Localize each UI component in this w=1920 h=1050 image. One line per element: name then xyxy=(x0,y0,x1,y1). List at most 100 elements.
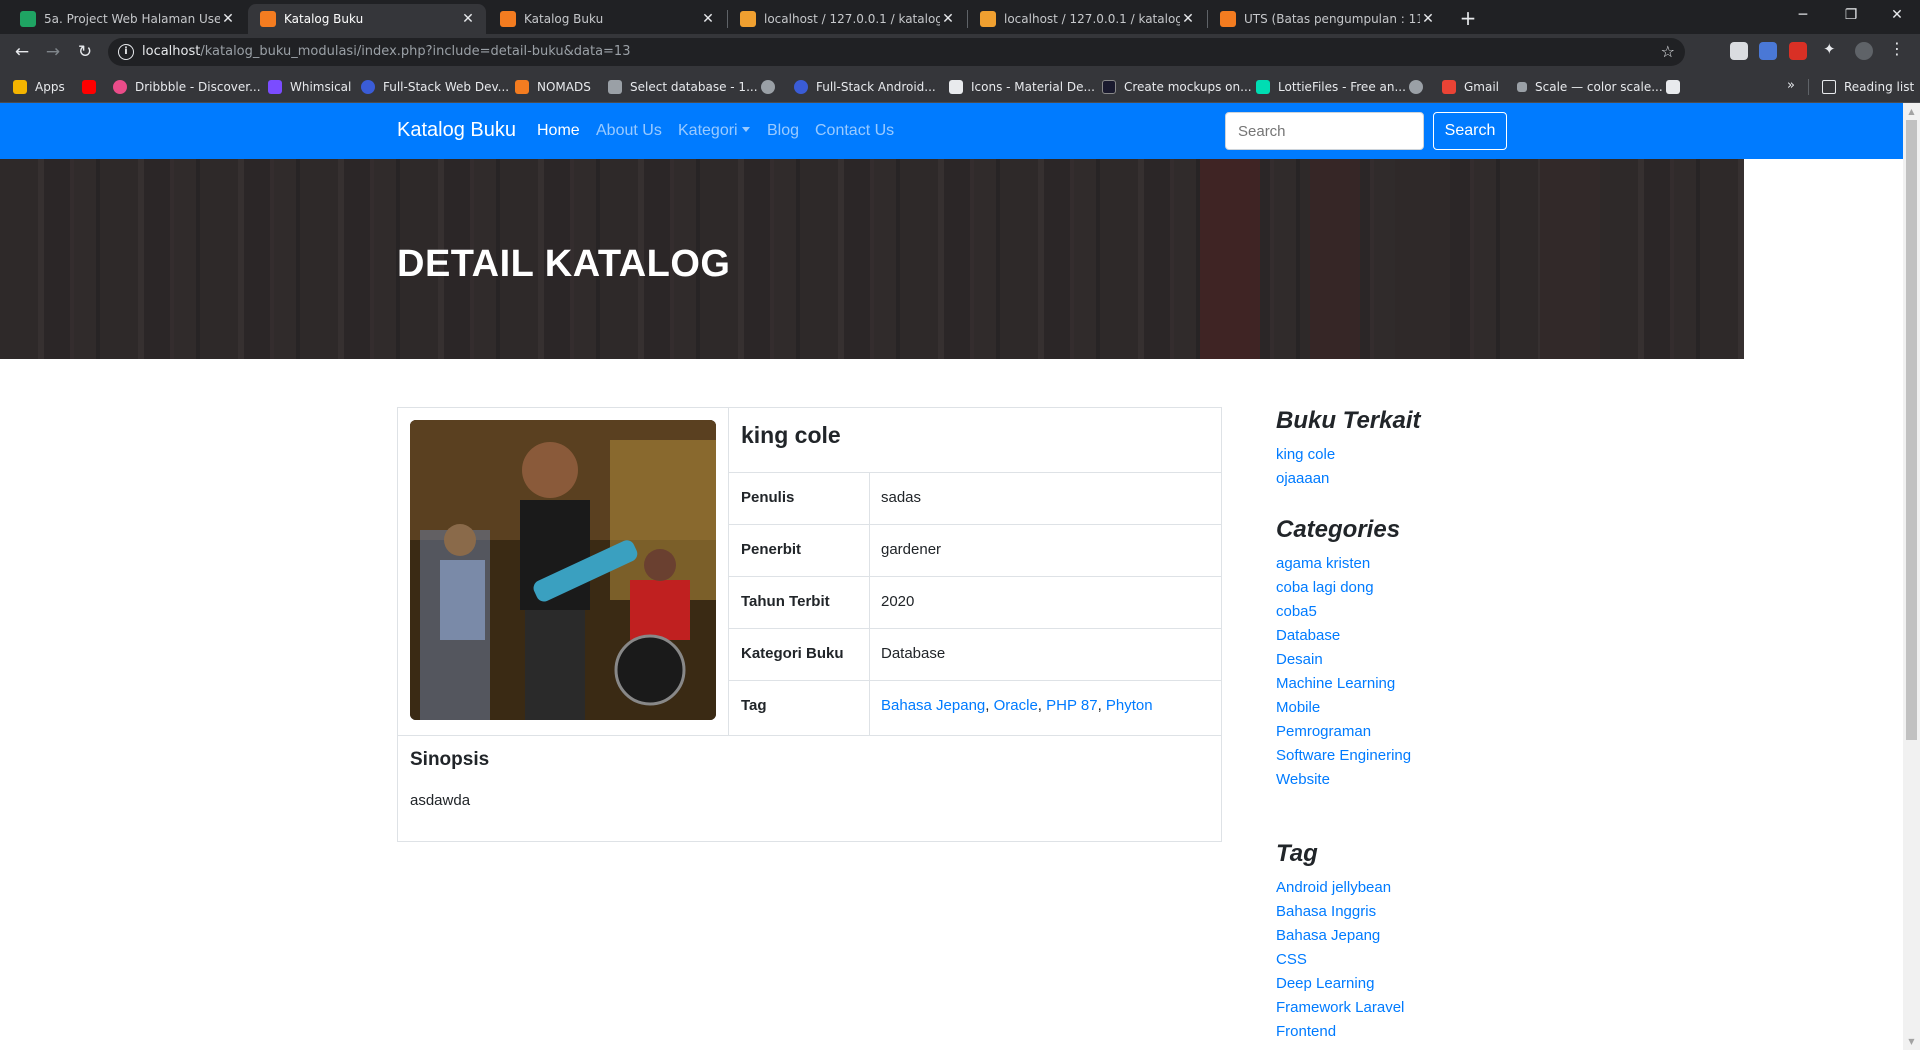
category-link[interactable]: Software Enginering xyxy=(1276,747,1411,764)
tab-title: Katalog Buku xyxy=(284,12,364,26)
search-input[interactable] xyxy=(1225,112,1424,150)
bookmark-lottiefiles[interactable]: LottieFiles - Free an... xyxy=(1256,78,1406,96)
bookmark-youtube[interactable] xyxy=(82,78,104,96)
tag-link[interactable]: Frontend xyxy=(1276,1023,1336,1040)
xampp-icon xyxy=(500,11,516,27)
bookmark-label: Dribbble - Discover... xyxy=(135,80,261,94)
nav-home[interactable]: Home xyxy=(537,122,580,140)
close-tab-icon[interactable]: ✕ xyxy=(1180,11,1196,27)
bookmark-whimsical[interactable]: Whimsical xyxy=(268,78,351,96)
site-info-icon[interactable]: i xyxy=(118,44,134,60)
bookmark-label: LottieFiles - Free an... xyxy=(1278,80,1406,94)
close-tab-icon[interactable]: ✕ xyxy=(1420,11,1436,27)
bookmark-select-database[interactable]: Select database - 1... xyxy=(608,78,758,96)
nav-kategori-dropdown[interactable]: Kategori xyxy=(678,122,750,140)
close-window-button[interactable]: ✕ xyxy=(1874,0,1920,32)
bookmark-star-icon[interactable]: ☆ xyxy=(1661,42,1675,61)
tag-link[interactable]: Framework Laravel xyxy=(1276,999,1404,1016)
browser-tab-active[interactable]: Katalog Buku ✕ xyxy=(248,4,486,34)
browser-tab[interactable]: localhost / 127.0.0.1 / katalog_bu ✕ xyxy=(728,4,966,34)
bookmark-scale[interactable]: Scale — color scale... xyxy=(1517,78,1663,96)
category-link[interactable]: coba5 xyxy=(1276,603,1317,620)
tab-title: localhost / 127.0.0.1 / katalog_bu xyxy=(1004,12,1180,26)
related-book-link[interactable]: king cole xyxy=(1276,446,1335,463)
tag-link[interactable]: Phyton xyxy=(1106,697,1153,714)
scroll-up-arrow-icon[interactable]: ▲ xyxy=(1903,103,1920,120)
tag-link[interactable]: Deep Learning xyxy=(1276,975,1374,992)
site-brand[interactable]: Katalog Buku xyxy=(397,119,516,142)
tag-link[interactable]: Oracle xyxy=(994,697,1038,714)
row-value: Database xyxy=(881,645,946,662)
book-cover-image xyxy=(410,420,716,720)
cell-divider xyxy=(869,629,870,681)
hero-overlay xyxy=(0,159,1744,359)
page-scrollbar[interactable]: ▲ ▼ xyxy=(1903,103,1920,1050)
bookmark-globe-2[interactable] xyxy=(1409,78,1431,96)
reading-list-button[interactable]: Reading list xyxy=(1822,78,1914,96)
category-link[interactable]: agama kristen xyxy=(1276,555,1370,572)
tab-title: Katalog Buku xyxy=(524,12,604,26)
bookmark-label: Full-Stack Web Dev... xyxy=(383,80,510,94)
tag-link[interactable]: CSS xyxy=(1276,951,1307,968)
browser-tab[interactable]: Katalog Buku ✕ xyxy=(488,4,726,34)
minimize-button[interactable]: ─ xyxy=(1780,0,1826,32)
close-tab-icon[interactable]: ✕ xyxy=(700,11,716,27)
close-tab-icon[interactable]: ✕ xyxy=(940,11,956,27)
material-icons-icon xyxy=(949,80,963,94)
tag-link[interactable]: Bahasa Jepang xyxy=(1276,927,1380,944)
category-link[interactable]: Database xyxy=(1276,627,1340,644)
bookmark-misc[interactable] xyxy=(1666,78,1688,96)
tag-link[interactable]: PHP 87 xyxy=(1046,697,1097,714)
back-button[interactable]: ← xyxy=(10,40,34,64)
bookmark-fullstack-android[interactable]: Full-Stack Android... xyxy=(794,78,936,96)
new-tab-button[interactable]: + xyxy=(1455,6,1481,32)
bookmark-apps[interactable]: Apps xyxy=(13,78,65,96)
forward-button[interactable]: → xyxy=(41,40,65,64)
browser-tab[interactable]: 5a. Project Web Halaman User.pd ✕ xyxy=(8,4,246,34)
category-link[interactable]: Machine Learning xyxy=(1276,675,1395,692)
tag-link[interactable]: Android jellybean xyxy=(1276,879,1391,896)
restore-button[interactable]: ❐ xyxy=(1828,0,1874,32)
bookmark-fullstack-web[interactable]: Full-Stack Web Dev... xyxy=(361,78,509,96)
bookmark-gmail[interactable]: Gmail xyxy=(1442,78,1499,96)
close-tab-icon[interactable]: ✕ xyxy=(220,11,236,27)
address-bar[interactable]: i localhost/katalog_buku_modulasi/index.… xyxy=(108,38,1685,66)
extension-icon[interactable] xyxy=(1789,42,1807,60)
bookmark-globe[interactable] xyxy=(761,78,783,96)
category-link[interactable]: Mobile xyxy=(1276,699,1320,716)
phpmyadmin-icon xyxy=(608,80,622,94)
apps-grid-icon xyxy=(13,80,27,94)
bookmarks-overflow[interactable]: » xyxy=(1787,78,1795,93)
web-page: Katalog Buku Home About Us Kategori Blog… xyxy=(0,103,1903,1050)
book-title: king cole xyxy=(741,422,841,448)
tag-link[interactable]: Bahasa Inggris xyxy=(1276,903,1376,920)
nav-contact-us[interactable]: Contact Us xyxy=(815,122,894,140)
category-link[interactable]: Desain xyxy=(1276,651,1323,668)
bookmark-nomads[interactable]: NOMADS xyxy=(515,78,591,96)
browser-tab[interactable]: localhost / 127.0.0.1 / katalog_bu ✕ xyxy=(968,4,1206,34)
bookmark-mockups[interactable]: Create mockups on... xyxy=(1102,78,1252,96)
profile-avatar[interactable] xyxy=(1855,42,1873,60)
chrome-menu-icon[interactable]: ⋮ xyxy=(1889,39,1907,58)
browser-tab[interactable]: UTS (Batas pengumpulan : 11 Ap ✕ xyxy=(1208,4,1446,34)
search-button[interactable]: Search xyxy=(1433,112,1507,150)
bookmark-material-icons[interactable]: Icons - Material De... xyxy=(949,78,1095,96)
tag-link[interactable]: Bahasa Jepang xyxy=(881,697,985,714)
nav-blog[interactable]: Blog xyxy=(767,122,799,140)
url-path: /katalog_buku_modulasi/index.php?include… xyxy=(200,44,631,59)
reload-button[interactable]: ↻ xyxy=(73,40,97,64)
category-link[interactable]: Website xyxy=(1276,771,1330,788)
scrollbar-thumb[interactable] xyxy=(1906,120,1917,740)
scroll-down-arrow-icon[interactable]: ▼ xyxy=(1903,1033,1920,1050)
related-book-link[interactable]: ojaaaan xyxy=(1276,470,1329,487)
category-link[interactable]: coba lagi dong xyxy=(1276,579,1374,596)
close-tab-icon[interactable]: ✕ xyxy=(460,11,476,27)
extension-icon[interactable] xyxy=(1730,42,1748,60)
tab-title: 5a. Project Web Halaman User.pd xyxy=(44,12,220,26)
puzzle-extensions-icon[interactable]: ✦ xyxy=(1823,40,1841,58)
category-link[interactable]: Pemrograman xyxy=(1276,723,1371,740)
url-text[interactable]: localhost/katalog_buku_modulasi/index.ph… xyxy=(142,44,630,59)
bookmark-dribbble[interactable]: Dribbble - Discover... xyxy=(113,78,261,96)
nav-about-us[interactable]: About Us xyxy=(596,122,662,140)
extension-icon[interactable] xyxy=(1759,42,1777,60)
